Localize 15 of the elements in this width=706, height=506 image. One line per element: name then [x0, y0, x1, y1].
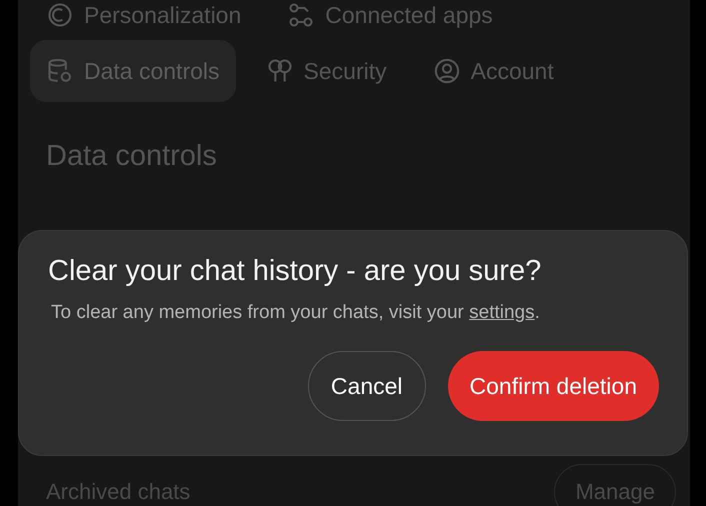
- settings-tab[interactable]: Connected apps: [271, 0, 509, 30]
- confirm-button[interactable]: Confirm deletion: [448, 351, 659, 421]
- cancel-button[interactable]: Cancel: [308, 351, 426, 421]
- settings-link[interactable]: settings: [469, 302, 535, 323]
- dialog-title: Clear your chat history - are you sure?: [48, 255, 542, 288]
- settings-tab[interactable]: Account: [416, 40, 570, 102]
- user-icon: [432, 57, 461, 85]
- circle-icon: [46, 1, 74, 29]
- dialog-message: To clear any memories from your chats, visit your settings.: [50, 302, 541, 324]
- settings-tab[interactable]: Data controls: [30, 40, 236, 102]
- database-icon: [46, 57, 74, 85]
- section-heading: Data controls: [46, 140, 218, 173]
- settings-tab[interactable]: Personalization: [30, 0, 258, 30]
- nodes-icon: [287, 1, 316, 29]
- settings-tab[interactable]: Security: [250, 40, 403, 102]
